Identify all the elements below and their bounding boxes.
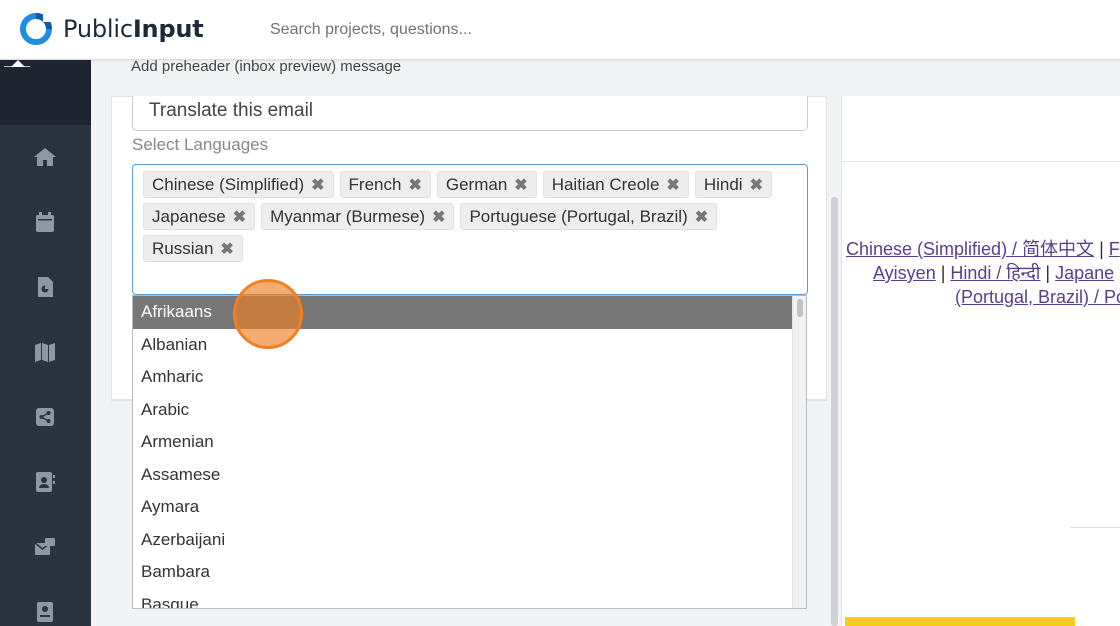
translate-email-label: Translate this email (149, 100, 314, 121)
search-input[interactable] (270, 19, 670, 41)
logo-icon (20, 12, 53, 45)
language-tag-label: Haitian Creole (551, 174, 660, 194)
map-icon (35, 343, 55, 362)
sidebar-item-share[interactable] (31, 403, 59, 431)
language-option[interactable]: Albanian (133, 329, 793, 362)
language-tag-label: French (348, 174, 402, 194)
email-preview-panel: Chinese (Simplified) / 简体中文 | F Ayisyen … (841, 96, 1120, 626)
language-tag-label: Portuguese (Portugal, Brazil) (469, 206, 688, 226)
preview-link-japanese[interactable]: Japane (1055, 263, 1114, 283)
language-multiselect[interactable]: Chinese (Simplified) ✖ French ✖ German ✖ Haiti… (132, 164, 808, 295)
language-tag: German ✖ (436, 171, 537, 198)
sidebar-header (0, 60, 91, 125)
sidebar-item-documents[interactable] (31, 273, 59, 301)
preview-link-portuguese[interactable]: (Portugal, Brazil) / Po (955, 287, 1120, 307)
language-option[interactable]: Basque (133, 589, 793, 609)
email-editor-panel: Add preheader (inbox preview) message Tr… (91, 58, 841, 626)
remove-tag-icon[interactable]: ✖ (233, 207, 246, 227)
share-icon (36, 408, 54, 426)
sidebar-item-maps[interactable] (31, 338, 59, 366)
separator: | (1094, 239, 1109, 259)
language-tag-label: German (445, 174, 508, 194)
preview-language-line-2: Ayisyen | Hindi / हिन्दी | Japane (873, 261, 1114, 285)
preview-language-line-1: Chinese (Simplified) / 简体中文 | F (846, 235, 1120, 261)
language-option[interactable]: Azerbaijani (133, 524, 793, 557)
remove-tag-icon[interactable]: ✖ (695, 207, 708, 227)
remove-tag-icon[interactable]: ✖ (514, 175, 527, 195)
language-option[interactable]: Arabic (133, 394, 793, 427)
language-tag: Myanmar (Burmese) ✖ (261, 203, 455, 230)
click-indicator (233, 279, 303, 349)
remove-tag-icon[interactable]: ✖ (432, 207, 445, 227)
language-tag-label: Hindi (703, 174, 743, 194)
preview-accent-bar (845, 617, 1075, 626)
sidebar-item-email[interactable] (31, 533, 59, 561)
preview-language-line-3: (Portugal, Brazil) / Po (955, 287, 1120, 308)
language-option[interactable]: Amharic (133, 361, 793, 394)
language-tag-label: Myanmar (Burmese) (270, 206, 426, 226)
remove-tag-icon[interactable]: ✖ (750, 175, 763, 195)
sidebar-item-calendar[interactable] (31, 208, 59, 236)
sidebar-item-contacts[interactable] (31, 468, 59, 496)
remove-tag-icon[interactable]: ✖ (408, 175, 421, 195)
language-tag: Japanese ✖ (143, 203, 256, 230)
preview-header (842, 96, 1120, 162)
translate-email-toggle[interactable]: Translate this email (132, 96, 808, 131)
panel-scrollbar[interactable] (831, 197, 838, 626)
book-icon (37, 602, 53, 622)
preview-link-chinese[interactable]: Chinese (Simplified) / 简体中文 (846, 239, 1094, 259)
top-bar: PublicInput (0, 0, 1120, 60)
language-option[interactable]: Afrikaans (133, 296, 793, 329)
language-option[interactable]: Armenian (133, 426, 793, 459)
remove-tag-icon[interactable]: ✖ (220, 239, 233, 259)
home-icon (34, 148, 56, 166)
contacts-icon (36, 472, 55, 492)
language-tag: Hindi ✖ (694, 171, 772, 198)
language-tag: Portuguese (Portugal, Brazil) ✖ (460, 203, 718, 230)
document-icon (38, 277, 53, 297)
sidebar (0, 60, 91, 626)
sidebar-item-library[interactable] (31, 598, 59, 626)
preview-link-hindi[interactable]: Hindi / हिन्दी (950, 263, 1040, 283)
dropdown-scrollbar-thumb[interactable] (797, 299, 803, 317)
brand-name-part1: Public (63, 15, 133, 43)
brand-name-part2: Input (132, 15, 204, 43)
language-tag-label: Chinese (Simplified) (152, 174, 305, 194)
language-tag-label: Japanese (152, 206, 226, 226)
separator: | (935, 263, 951, 283)
remove-tag-icon[interactable]: ✖ (666, 175, 679, 195)
preheader-label[interactable]: Add preheader (inbox preview) message (131, 58, 401, 75)
publicinput-logo[interactable]: PublicInput (19, 12, 204, 46)
divider (4, 66, 30, 67)
divider (1070, 527, 1120, 528)
language-dropdown[interactable]: Basque Bambara Azerbaijani Aymara Assamese Ar… (132, 295, 807, 609)
email-icon (34, 538, 55, 555)
sidebar-item-home[interactable] (31, 143, 59, 171)
remove-tag-icon[interactable]: ✖ (311, 175, 324, 195)
brand-name: PublicInput (63, 15, 204, 43)
language-tag: Chinese (Simplified) ✖ (143, 171, 334, 198)
calendar-icon (36, 212, 54, 232)
select-languages-label: Select Languages (132, 135, 269, 154)
language-option[interactable]: Assamese (133, 459, 793, 492)
language-tag: Russian ✖ (143, 235, 243, 262)
language-option[interactable]: Aymara (133, 491, 793, 524)
preview-link-haitian-creole[interactable]: Ayisyen (873, 263, 936, 283)
selected-language-tags: Chinese (Simplified) ✖ French ✖ German ✖ Haiti… (143, 171, 803, 267)
preview-link-french[interactable]: F (1109, 239, 1120, 259)
language-option[interactable]: Bambara (133, 556, 793, 589)
language-tag-label: Russian (152, 238, 214, 258)
dropdown-scrollbar[interactable] (792, 296, 806, 608)
language-tag: Haitian Creole ✖ (542, 171, 689, 198)
separator: | (1040, 263, 1056, 283)
language-tag: French ✖ (339, 171, 431, 198)
